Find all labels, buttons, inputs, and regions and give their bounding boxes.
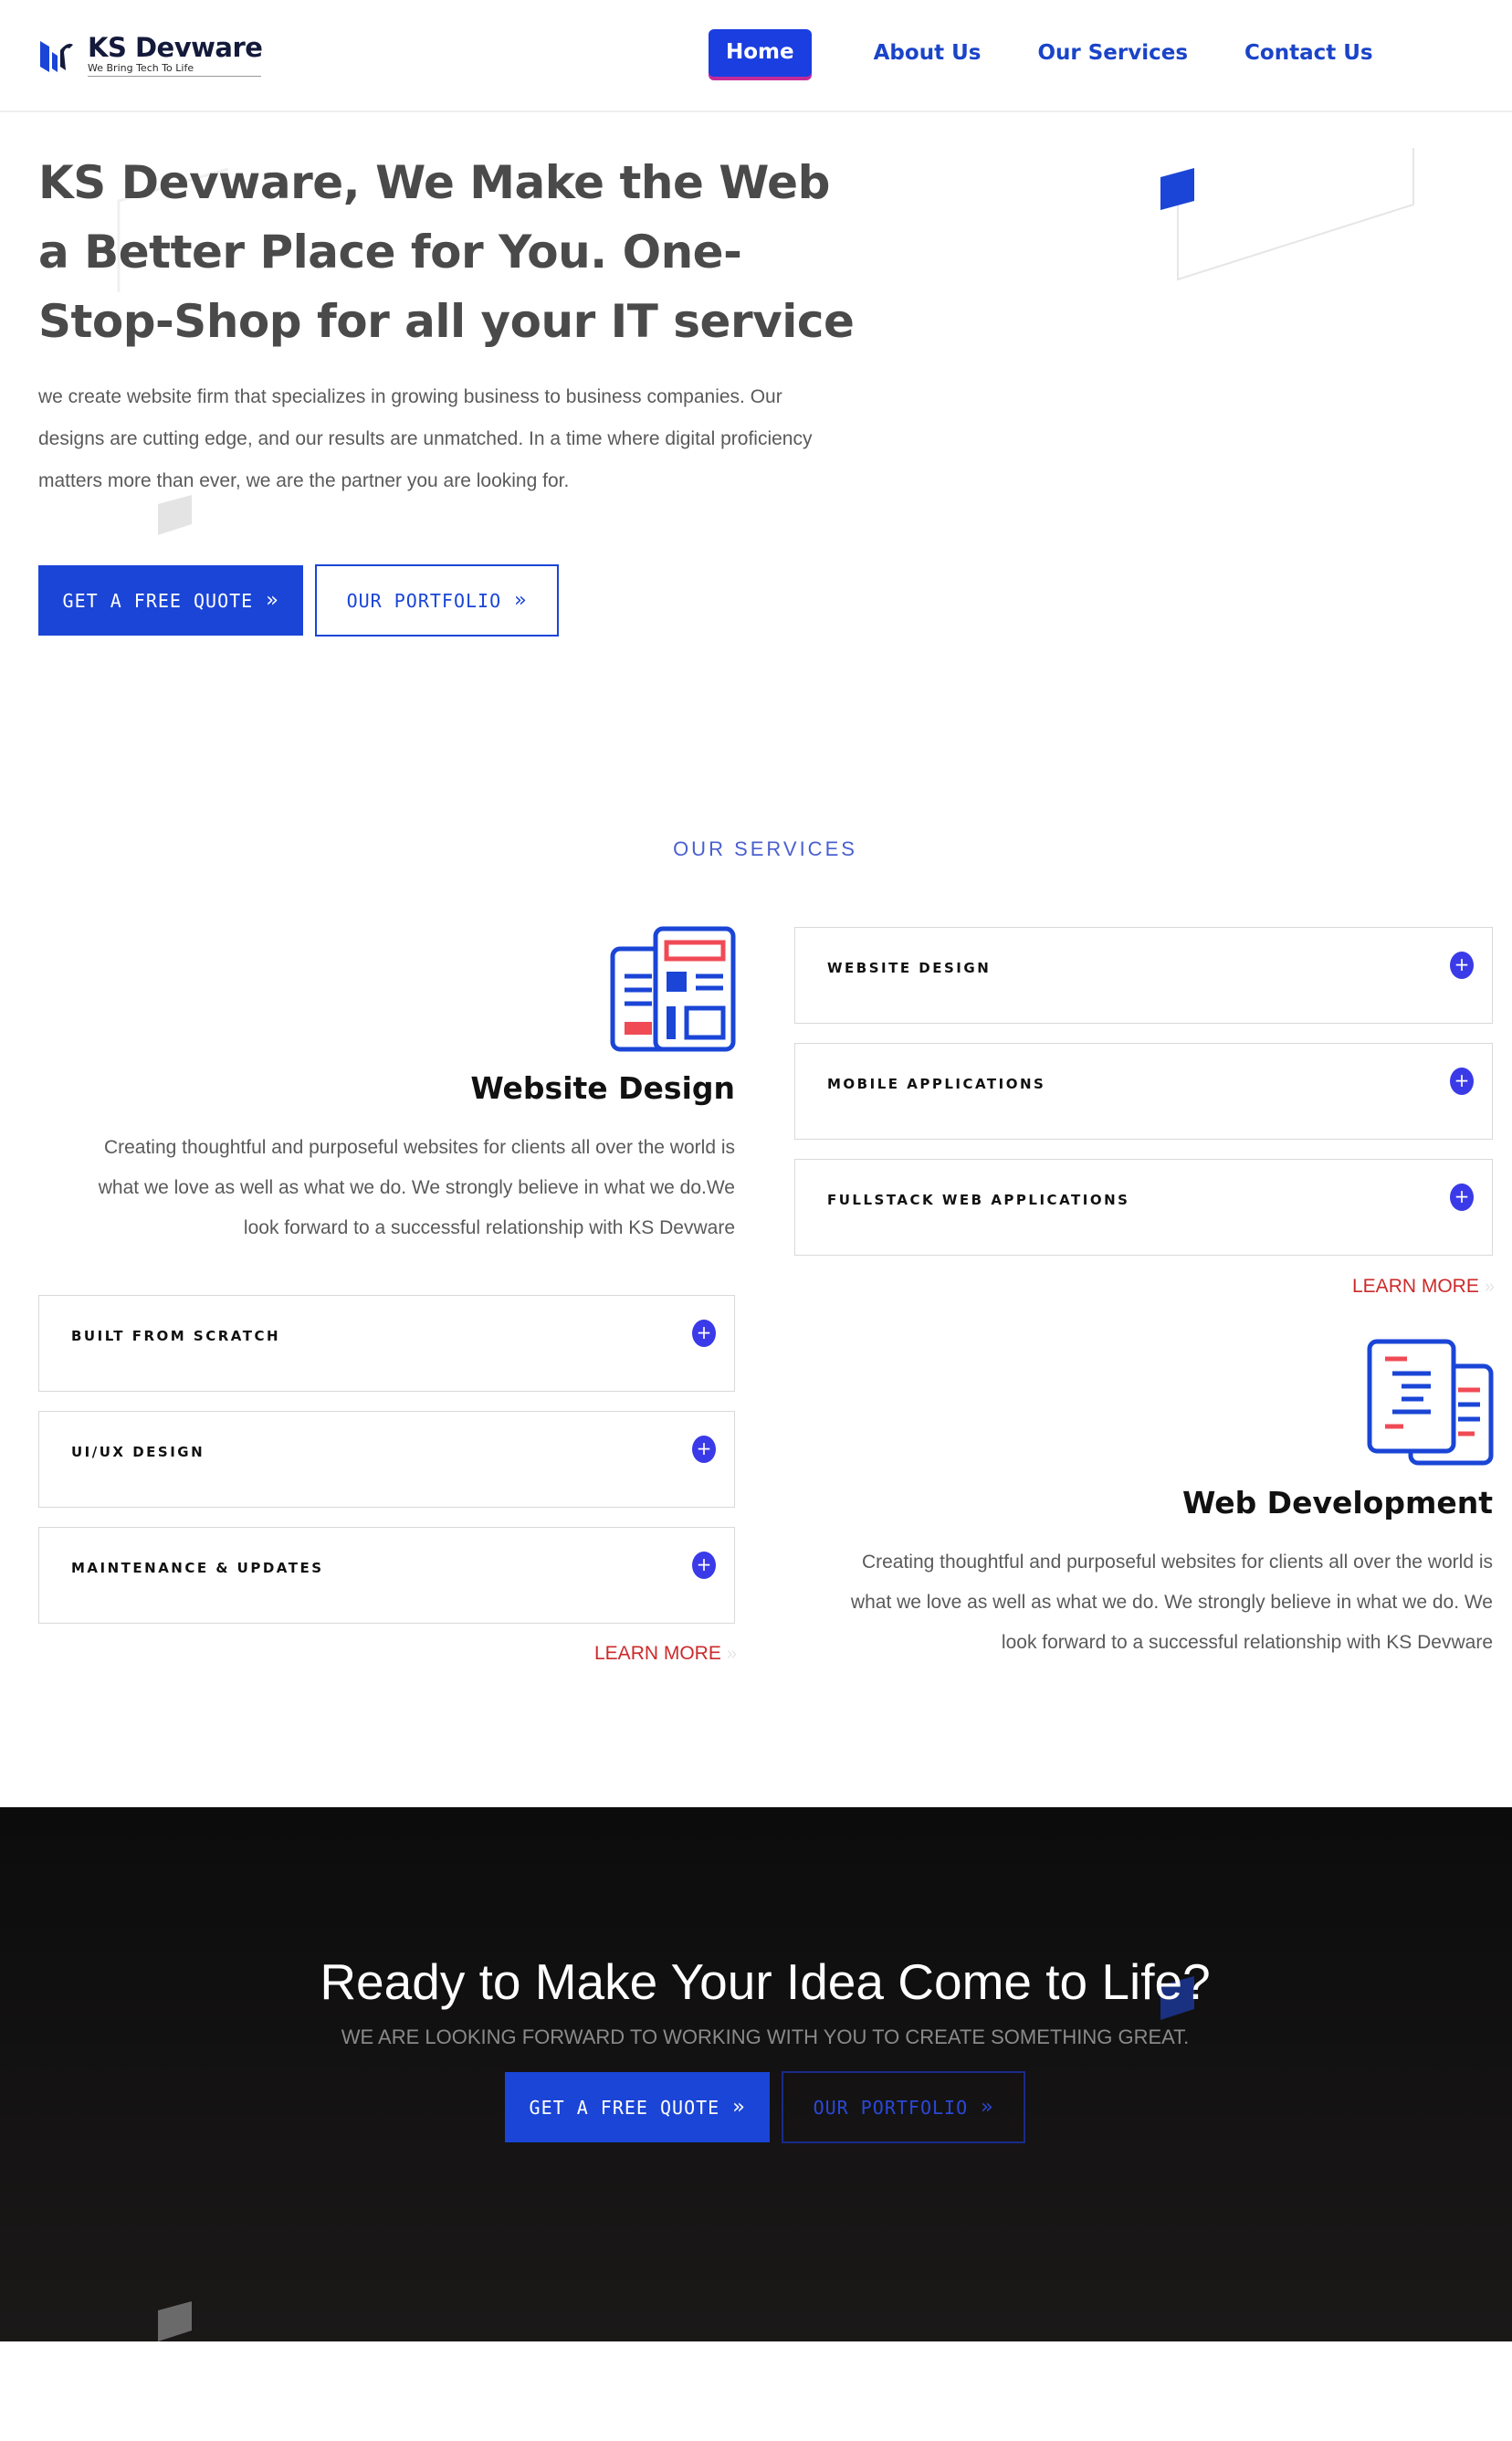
hero-title: KS Devware, We Make the Web a Better Pla… — [38, 156, 855, 348]
plus-icon[interactable]: + — [1450, 1184, 1474, 1211]
double-chevron-right-icon: » — [981, 2096, 994, 2119]
accordion-label: FULLSTACK WEB APPLICATIONS — [827, 1192, 1130, 1208]
cta-get-quote-button[interactable]: GET A FREE QUOTE » — [505, 2072, 770, 2142]
double-chevron-right-icon: » — [732, 2096, 746, 2119]
web-development-icon — [1367, 1339, 1494, 1466]
plus-icon[interactable]: + — [692, 1552, 716, 1579]
website-design-icon — [610, 926, 736, 1052]
plus-icon[interactable]: + — [1450, 952, 1474, 979]
learn-more-label: LEARN MORE — [1352, 1276, 1479, 1297]
double-chevron-right-icon: » — [266, 589, 279, 612]
learn-more-link-right[interactable]: LEARN MORE» — [1352, 1276, 1495, 1298]
nav-our-services[interactable]: Our Services — [1037, 41, 1188, 65]
plus-icon[interactable]: + — [1450, 1068, 1474, 1095]
accordion-maintenance-updates[interactable]: MAINTENANCE & UPDATES + — [38, 1527, 735, 1624]
double-chevron-right-icon: » — [726, 1644, 737, 1664]
accordion-label: MAINTENANCE & UPDATES — [71, 1560, 324, 1576]
portfolio-label: OUR PORTFOLIO — [346, 589, 502, 612]
portfolio-label: OUR PORTFOLIO — [813, 2096, 969, 2119]
service-title-website-design: Website Design — [470, 1070, 735, 1106]
accordion-mobile-applications[interactable]: MOBILE APPLICATIONS + — [794, 1043, 1493, 1140]
ks-logo-icon — [40, 41, 73, 72]
accordion-label: BUILT FROM SCRATCH — [71, 1328, 281, 1344]
plus-icon[interactable]: + — [692, 1436, 716, 1463]
logo-name: KS Devware — [88, 32, 263, 63]
accordion-fullstack-web-applications[interactable]: FULLSTACK WEB APPLICATIONS + — [794, 1159, 1493, 1256]
web-development-block: Web Development Creating thoughtful and … — [803, 1485, 1493, 1663]
cta-portfolio-button[interactable]: OUR PORTFOLIO » — [782, 2071, 1025, 2143]
portfolio-button[interactable]: OUR PORTFOLIO » — [315, 564, 559, 637]
learn-more-link-left[interactable]: LEARN MORE» — [594, 1643, 737, 1665]
accordion-label: MOBILE APPLICATIONS — [827, 1076, 1046, 1092]
get-quote-label: GET A FREE QUOTE — [62, 589, 254, 612]
double-chevron-right-icon: » — [1484, 1277, 1495, 1297]
service-title-web-development: Web Development — [1181, 1485, 1493, 1520]
gray-block-decoration — [158, 2301, 192, 2341]
plus-icon[interactable]: + — [692, 1320, 716, 1347]
website-design-block: Website Design Creating thoughtful and p… — [38, 1070, 735, 1248]
accordion-ui-ux-design[interactable]: UI/UX DESIGN + — [38, 1411, 735, 1508]
outline-shape-decoration — [1160, 148, 1414, 281]
get-quote-button[interactable]: GET A FREE QUOTE » — [38, 565, 303, 636]
logo[interactable]: KS Devware We Bring Tech To Life — [37, 32, 263, 77]
main-nav: Home About Us Our Services Contact Us — [709, 29, 1430, 77]
logo-tagline: We Bring Tech To Life — [88, 62, 261, 77]
cta-subtitle: WE ARE LOOKING FORWARD TO WORKING WITH Y… — [341, 2025, 1190, 2048]
hero-text: we create website firm that specializes … — [38, 386, 813, 491]
get-quote-label: GET A FREE QUOTE — [529, 2096, 720, 2119]
accordion-label: WEBSITE DESIGN — [827, 960, 992, 976]
accordion-website-design[interactable]: WEBSITE DESIGN + — [794, 927, 1493, 1024]
accordion-built-from-scratch[interactable]: BUILT FROM SCRATCH + — [38, 1295, 735, 1392]
nav-about-us[interactable]: About Us — [874, 41, 982, 65]
nav-home[interactable]: Home — [709, 29, 812, 77]
nav-contact-us[interactable]: Contact Us — [1244, 41, 1373, 65]
accordion-label: UI/UX DESIGN — [71, 1444, 205, 1460]
learn-more-label: LEARN MORE — [594, 1643, 721, 1664]
service-desc-web-development: Creating thoughtful and purposeful websi… — [850, 1552, 1493, 1653]
service-desc-website-design: Creating thoughtful and purposeful websi… — [98, 1137, 735, 1238]
section-label-services: OUR SERVICES — [673, 837, 857, 860]
double-chevron-right-icon: » — [514, 589, 528, 612]
site-header: KS Devware We Bring Tech To Life Home Ab… — [0, 0, 1512, 112]
cta-title: Ready to Make Your Idea Come to Life? — [320, 1953, 1211, 2010]
